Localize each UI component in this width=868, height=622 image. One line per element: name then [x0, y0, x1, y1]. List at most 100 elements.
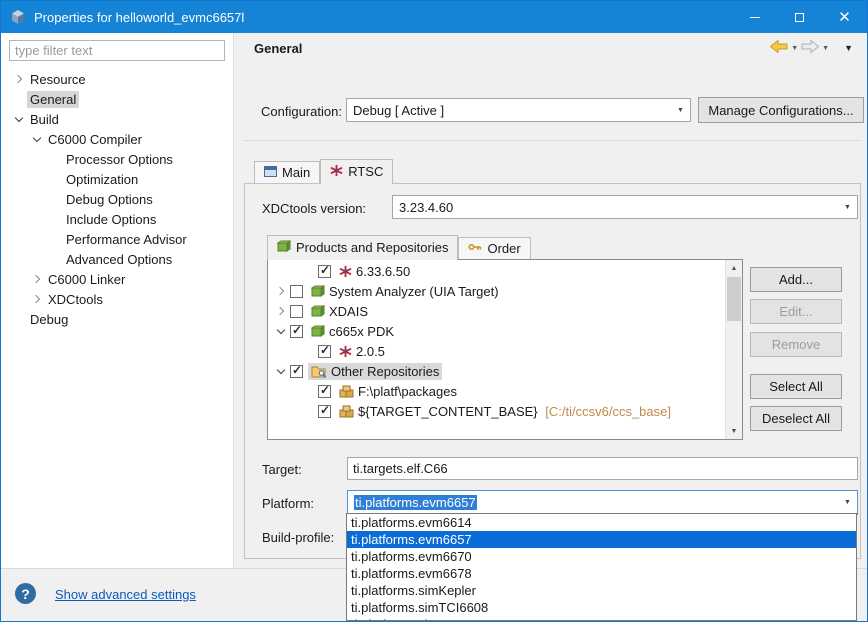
row-content: F:\platf\packages	[336, 383, 460, 400]
scroll-down-icon[interactable]: ▼	[726, 423, 742, 439]
sidebar-item-label: XDCtools	[45, 291, 106, 308]
close-button[interactable]: ✕	[822, 1, 867, 33]
maximize-button[interactable]	[777, 1, 822, 33]
back-icon[interactable]	[770, 40, 788, 56]
forward-icon[interactable]	[801, 40, 819, 56]
checkbox[interactable]	[318, 405, 331, 418]
row-content: ${TARGET_CONTENT_BASE} [C:/ti/ccsv6/ccs_…	[336, 403, 674, 420]
expand-icon[interactable]	[29, 296, 45, 302]
checkbox[interactable]	[318, 265, 331, 278]
add-button[interactable]: Add...	[750, 267, 842, 292]
product-row-other-repositories[interactable]: Other Repositories	[268, 361, 725, 381]
sidebar-item-debug[interactable]: Debug	[1, 309, 233, 329]
product-row-xdais[interactable]: XDAIS	[268, 301, 725, 321]
platform-option-ti-platforms-simtci6608[interactable]: ti.platforms.simTCI6608	[347, 599, 856, 616]
manage-configurations-button[interactable]: Manage Configurations...	[698, 97, 864, 123]
scroll-up-icon[interactable]: ▲	[726, 260, 742, 276]
item-label: System Analyzer (UIA Target)	[329, 284, 499, 299]
view-menu-icon[interactable]: ▼	[844, 44, 853, 53]
sidebar-item-processor-options[interactable]: Processor Options	[1, 149, 233, 169]
item-label: XDAIS	[329, 304, 368, 319]
checkbox[interactable]	[318, 385, 331, 398]
platform-option-ti-platforms-simkepler[interactable]: ti.platforms.simKepler	[347, 582, 856, 599]
xdctools-version-combobox[interactable]: 3.23.4.60 ▼	[392, 195, 858, 219]
forward-menu-caret-icon[interactable]: ▼	[822, 45, 829, 52]
item-label: 6.33.6.50	[356, 264, 410, 279]
platform-combobox[interactable]: ti.platforms.evm6657 ▼	[347, 490, 858, 515]
vertical-scrollbar[interactable]: ▲ ▼	[725, 260, 742, 439]
product-row-6-33-6-50[interactable]: 6.33.6.50	[268, 261, 725, 281]
product-icon	[311, 305, 325, 317]
close-icon: ✕	[838, 10, 851, 25]
tab-order[interactable]: Order	[458, 237, 530, 259]
platform-option-ti-platforms-simtci6614[interactable]: ti.platforms.simTCI6614	[347, 616, 856, 621]
window-controls: ✕	[732, 1, 867, 33]
platform-option-ti-platforms-evm6670[interactable]: ti.platforms.evm6670	[347, 548, 856, 565]
tab-main-label: Main	[282, 165, 310, 180]
product-row-target-content-base[interactable]: ${TARGET_CONTENT_BASE} [C:/ti/ccsv6/ccs_…	[268, 401, 725, 421]
sidebar-item-optimization[interactable]: Optimization	[1, 169, 233, 189]
sidebar-item-label: Resource	[27, 71, 89, 88]
checkbox[interactable]	[290, 305, 303, 318]
rtsc-panel: XDCtools version: 3.23.4.60 ▼ Products a…	[244, 183, 861, 559]
target-input[interactable]	[347, 457, 858, 480]
minimize-icon	[750, 17, 760, 18]
collapse-icon[interactable]	[29, 138, 45, 141]
configuration-value: Debug [ Active ]	[347, 103, 671, 118]
repository-icon	[339, 405, 354, 418]
platform-option-ti-platforms-evm6657[interactable]: ti.platforms.evm6657	[347, 531, 856, 548]
product-row-f-platf-packages[interactable]: F:\platf\packages	[268, 381, 725, 401]
tab-order-label: Order	[487, 241, 520, 256]
dropdown-arrow-icon[interactable]: ▼	[671, 107, 690, 114]
checkbox[interactable]	[290, 285, 303, 298]
item-label: ${TARGET_CONTENT_BASE}	[358, 404, 538, 419]
product-row-c665x-pdk[interactable]: c665x PDK	[268, 321, 725, 341]
collapse-icon[interactable]	[272, 370, 290, 373]
tab-main[interactable]: Main	[254, 161, 320, 183]
sidebar-item-build[interactable]: Build	[1, 109, 233, 129]
item-label: Other Repositories	[331, 364, 439, 379]
platform-dropdown-list: ti.platforms.evm6614ti.platforms.evm6657…	[346, 513, 857, 621]
collapse-icon[interactable]	[11, 118, 27, 121]
tab-rtsc[interactable]: RTSC	[320, 159, 393, 184]
checkbox[interactable]	[290, 325, 303, 338]
sidebar-item-c6000-linker[interactable]: C6000 Linker	[1, 269, 233, 289]
expand-icon[interactable]	[272, 288, 290, 294]
platform-value-text: ti.platforms.evm6657	[354, 495, 477, 510]
sidebar-item-label: Include Options	[63, 211, 159, 228]
filter-input[interactable]	[9, 40, 225, 61]
expand-icon[interactable]	[272, 308, 290, 314]
minimize-button[interactable]	[732, 1, 777, 33]
sidebar-item-resource[interactable]: Resource	[1, 69, 233, 89]
product-row-2-0-5[interactable]: 2.0.5	[268, 341, 725, 361]
tab-products-and-repositories[interactable]: Products and Repositories	[267, 235, 458, 260]
help-icon[interactable]: ?	[15, 583, 36, 604]
sidebar-item-include-options[interactable]: Include Options	[1, 209, 233, 229]
collapse-icon[interactable]	[272, 330, 290, 333]
select-all-button[interactable]: Select All	[750, 374, 842, 399]
checkbox[interactable]	[290, 365, 303, 378]
dropdown-arrow-icon[interactable]: ▼	[838, 204, 857, 211]
sidebar-item-advanced-options[interactable]: Advanced Options	[1, 249, 233, 269]
back-menu-caret-icon[interactable]: ▼	[791, 45, 798, 52]
sidebar-item-c6000-compiler[interactable]: C6000 Compiler	[1, 129, 233, 149]
deselect-all-button[interactable]: Deselect All	[750, 406, 842, 431]
checkbox[interactable]	[318, 345, 331, 358]
panel-header: General ▼ ▼ ▼	[234, 33, 867, 63]
show-advanced-settings-link[interactable]: Show advanced settings	[55, 587, 196, 602]
expand-icon[interactable]	[11, 76, 27, 82]
sidebar-item-performance-advisor[interactable]: Performance Advisor	[1, 229, 233, 249]
platform-option-ti-platforms-evm6614[interactable]: ti.platforms.evm6614	[347, 514, 856, 531]
platform-option-ti-platforms-evm6678[interactable]: ti.platforms.evm6678	[347, 565, 856, 582]
app-icon	[10, 9, 26, 25]
xdctools-version-label: XDCtools version:	[262, 201, 366, 216]
sidebar-item-debug-options[interactable]: Debug Options	[1, 189, 233, 209]
configuration-combobox[interactable]: Debug [ Active ] ▼	[346, 98, 691, 122]
product-row-system-analyzer-uia-target[interactable]: System Analyzer (UIA Target)	[268, 281, 725, 301]
dropdown-arrow-icon[interactable]: ▼	[838, 499, 857, 506]
expand-icon[interactable]	[29, 276, 45, 282]
scrollbar-thumb[interactable]	[727, 277, 741, 321]
sidebar-item-general[interactable]: General	[1, 89, 233, 109]
sidebar-item-label: Build	[27, 111, 62, 128]
sidebar-item-xdctools[interactable]: XDCtools	[1, 289, 233, 309]
